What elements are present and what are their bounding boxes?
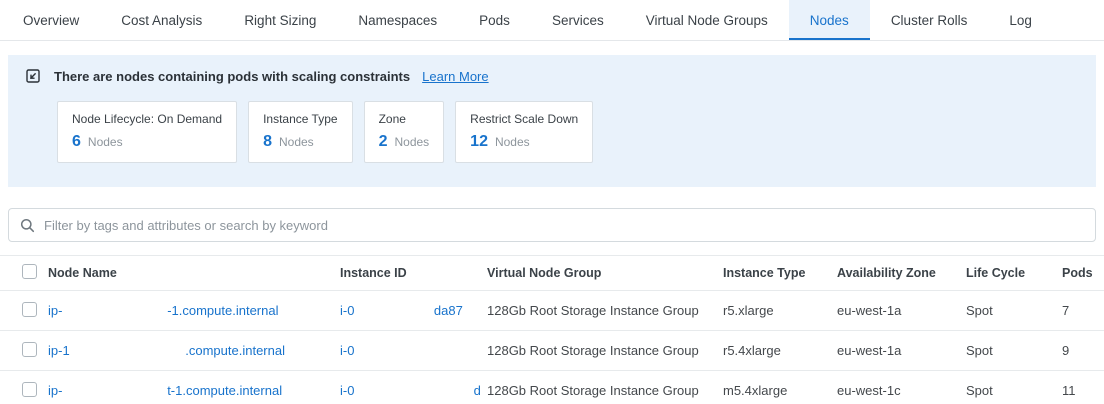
card-value: 2 <box>379 133 388 151</box>
filter-bar <box>8 208 1096 242</box>
table-row: ip- -1.compute.internal i-0 da87 128Gb R… <box>0 291 1104 331</box>
table-row: ip-1 .compute.internal i-0 128Gb Root St… <box>0 331 1104 371</box>
alert-line: There are nodes containing pods with sca… <box>24 67 1080 85</box>
instance-id-link[interactable]: i-0 d <box>340 383 487 398</box>
card-title: Zone <box>379 112 430 126</box>
header-instance-id: Instance ID <box>340 266 487 280</box>
scaling-constraint-icon <box>24 67 42 85</box>
tab-overview[interactable]: Overview <box>2 0 100 40</box>
node-name-link[interactable]: ip- -1.compute.internal <box>48 303 340 318</box>
card-unit: Nodes <box>495 135 530 149</box>
pods-cell: 9 <box>1062 343 1104 358</box>
card-node-lifecycle[interactable]: Node Lifecycle: On Demand 6 Nodes <box>57 101 237 163</box>
card-value: 6 <box>72 133 81 151</box>
header-pods: Pods <box>1062 266 1104 280</box>
card-instance-type[interactable]: Instance Type 8 Nodes <box>248 101 353 163</box>
card-unit: Nodes <box>279 135 314 149</box>
instance-id-link[interactable]: i-0 <box>340 343 487 358</box>
table-row: ip- t-1.compute.internal i-0 d 128Gb Roo… <box>0 371 1104 404</box>
vng-cell: 128Gb Root Storage Instance Group <box>487 383 723 398</box>
header-instance-type: Instance Type <box>723 266 837 280</box>
card-restrict-scale-down[interactable]: Restrict Scale Down 12 Nodes <box>455 101 593 163</box>
select-all-checkbox[interactable] <box>22 264 37 279</box>
search-icon <box>20 218 35 233</box>
constraint-cards: Node Lifecycle: On Demand 6 Nodes Instan… <box>57 101 1080 163</box>
scaling-constraints-panel: There are nodes containing pods with sca… <box>8 55 1096 187</box>
instance-type-cell: r5.xlarge <box>723 303 837 318</box>
node-name-link[interactable]: ip-1 .compute.internal <box>48 343 340 358</box>
vng-cell: 128Gb Root Storage Instance Group <box>487 343 723 358</box>
search-input[interactable] <box>44 218 1084 233</box>
pods-cell: 11 <box>1062 383 1104 398</box>
tab-pods[interactable]: Pods <box>458 0 531 40</box>
tab-cluster-rolls[interactable]: Cluster Rolls <box>870 0 989 40</box>
tab-log[interactable]: Log <box>988 0 1053 40</box>
card-title: Restrict Scale Down <box>470 112 578 126</box>
pods-cell: 7 <box>1062 303 1104 318</box>
card-value: 12 <box>470 133 488 151</box>
card-title: Instance Type <box>263 112 338 126</box>
card-unit: Nodes <box>394 135 429 149</box>
availability-zone-cell: eu-west-1c <box>837 383 966 398</box>
tab-services[interactable]: Services <box>531 0 625 40</box>
life-cycle-cell: Spot <box>966 303 1062 318</box>
life-cycle-cell: Spot <box>966 383 1062 398</box>
tab-virtual-node-groups[interactable]: Virtual Node Groups <box>625 0 789 40</box>
card-unit: Nodes <box>88 135 123 149</box>
alert-message: There are nodes containing pods with sca… <box>54 69 410 84</box>
nodes-table: Node Name Instance ID Virtual Node Group… <box>0 255 1104 404</box>
header-life-cycle: Life Cycle <box>966 266 1062 280</box>
table-header-row: Node Name Instance ID Virtual Node Group… <box>0 255 1104 291</box>
tab-right-sizing[interactable]: Right Sizing <box>223 0 337 40</box>
header-availability-zone: Availability Zone <box>837 266 966 280</box>
vng-cell: 128Gb Root Storage Instance Group <box>487 303 723 318</box>
availability-zone-cell: eu-west-1a <box>837 303 966 318</box>
row-checkbox[interactable] <box>22 382 37 397</box>
card-value: 8 <box>263 133 272 151</box>
instance-type-cell: r5.4xlarge <box>723 343 837 358</box>
row-checkbox[interactable] <box>22 342 37 357</box>
learn-more-link[interactable]: Learn More <box>422 69 488 84</box>
node-name-link[interactable]: ip- t-1.compute.internal <box>48 383 340 398</box>
row-checkbox[interactable] <box>22 302 37 317</box>
tab-nodes[interactable]: Nodes <box>789 0 870 40</box>
life-cycle-cell: Spot <box>966 343 1062 358</box>
tab-namespaces[interactable]: Namespaces <box>337 0 458 40</box>
card-title: Node Lifecycle: On Demand <box>72 112 222 126</box>
cluster-tab-bar: Overview Cost Analysis Right Sizing Name… <box>0 0 1104 41</box>
card-zone[interactable]: Zone 2 Nodes <box>364 101 445 163</box>
tab-cost-analysis[interactable]: Cost Analysis <box>100 0 223 40</box>
instance-id-link[interactable]: i-0 da87 <box>340 303 487 318</box>
header-virtual-node-group: Virtual Node Group <box>487 266 723 280</box>
availability-zone-cell: eu-west-1a <box>837 343 966 358</box>
instance-type-cell: m5.4xlarge <box>723 383 837 398</box>
header-node-name: Node Name <box>48 266 340 280</box>
